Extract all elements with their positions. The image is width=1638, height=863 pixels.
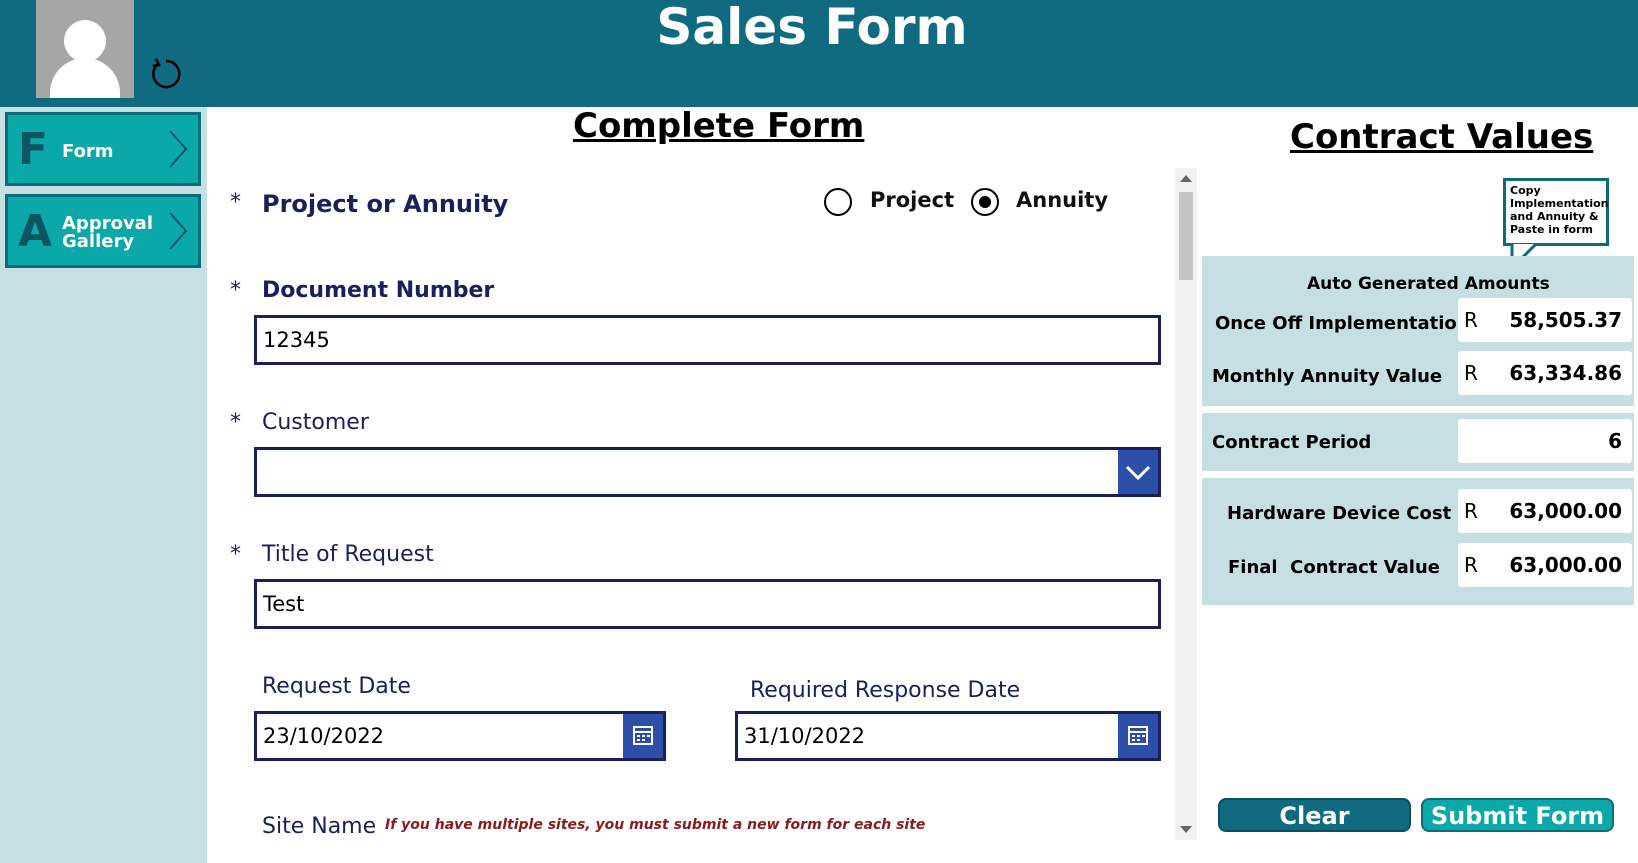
monthly-annuity-label: Monthly Annuity Value [1212, 366, 1443, 387]
clear-button[interactable]: Clear [1218, 798, 1411, 832]
required-mark: * [230, 278, 241, 303]
contract-period-amount: 6 [1608, 429, 1622, 453]
sidebar-item-letter: A [18, 206, 53, 257]
sidebar-item-form[interactable]: F Form [5, 112, 201, 186]
sidebar-item-label: Approval Gallery [62, 213, 153, 252]
once-off-value: R 58,505.37 [1458, 298, 1632, 342]
contract-period-value: 6 [1458, 419, 1632, 463]
currency-symbol: R [1464, 553, 1478, 577]
app-title: Sales Form [656, 0, 968, 56]
scroll-up-icon[interactable] [1180, 175, 1192, 182]
project-or-annuity-label: Project or Annuity [262, 190, 509, 218]
contract-period-label: Contract Period [1212, 432, 1372, 453]
once-off-amount: 58,505.37 [1509, 308, 1622, 332]
request-date-picker-button[interactable] [623, 714, 663, 758]
refresh-icon[interactable] [148, 56, 184, 92]
copy-paste-callout: Copy Implementation and Annuity & Paste … [1503, 178, 1609, 246]
hardware-cost-label: Hardware Device Cost [1227, 503, 1452, 524]
radio-project-label: Project [870, 188, 955, 212]
form-scrollbar[interactable] [1175, 168, 1197, 840]
monthly-annuity-amount: 63,334.86 [1509, 361, 1622, 385]
sidebar-item-approval-gallery[interactable]: A Approval Gallery [5, 194, 201, 268]
hardware-cost-value: R 63,000.00 [1458, 489, 1632, 533]
required-response-date-picker-button[interactable] [1118, 714, 1158, 758]
customer-dropdown[interactable] [254, 447, 1161, 497]
contract-values-title: Contract Values [1290, 117, 1594, 157]
radio-project[interactable] [824, 188, 852, 216]
site-name-note: If you have multiple sites, you must sub… [385, 817, 926, 833]
title-of-request-label: Title of Request [262, 542, 434, 567]
currency-symbol: R [1464, 308, 1478, 332]
title-of-request-input[interactable]: Test [254, 579, 1161, 629]
site-name-label: Site Name [262, 814, 377, 839]
document-number-label: Document Number [262, 278, 495, 303]
required-mark: * [230, 190, 241, 215]
customer-label: Customer [262, 410, 369, 435]
submit-form-button[interactable]: Submit Form [1421, 798, 1614, 832]
chevron-down-icon [1125, 465, 1151, 481]
calendar-icon [1128, 726, 1148, 745]
sidebar-item-letter: F [18, 124, 49, 175]
sidebar-item-label: Form [62, 141, 114, 162]
final-contract-label: Final Contract Value [1228, 557, 1440, 578]
radio-annuity[interactable] [971, 188, 999, 216]
customer-dropdown-button[interactable] [1118, 450, 1158, 494]
currency-symbol: R [1464, 361, 1478, 385]
sidebar: F Form A Approval Gallery [0, 107, 207, 863]
hardware-cost-amount: 63,000.00 [1509, 499, 1622, 523]
required-response-date-label: Required Response Date [750, 678, 1021, 703]
currency-symbol: R [1464, 499, 1478, 523]
scroll-down-icon[interactable] [1180, 826, 1192, 833]
chevron-right-icon [169, 130, 188, 168]
once-off-label: Once Off Implementation [1215, 313, 1470, 334]
chevron-right-icon [169, 212, 188, 250]
final-contract-value: R 63,000.00 [1458, 543, 1632, 587]
scrollbar-thumb[interactable] [1179, 192, 1193, 280]
radio-annuity-label: Annuity [1016, 188, 1109, 212]
required-mark: * [230, 410, 241, 435]
document-number-input[interactable]: 12345 [254, 315, 1161, 365]
panel-divider [1202, 600, 1634, 605]
auto-generated-heading: Auto Generated Amounts [1307, 274, 1550, 294]
required-mark: * [230, 542, 241, 567]
form-title: Complete Form [573, 106, 865, 146]
app-header: Sales Form [0, 0, 1638, 107]
monthly-annuity-value: R 63,334.86 [1458, 351, 1632, 395]
final-contract-amount: 63,000.00 [1509, 553, 1622, 577]
request-date-input[interactable]: 23/10/2022 [254, 711, 666, 761]
required-response-date-input[interactable]: 31/10/2022 [735, 711, 1161, 761]
calendar-icon [633, 726, 653, 745]
request-date-label: Request Date [262, 674, 411, 699]
